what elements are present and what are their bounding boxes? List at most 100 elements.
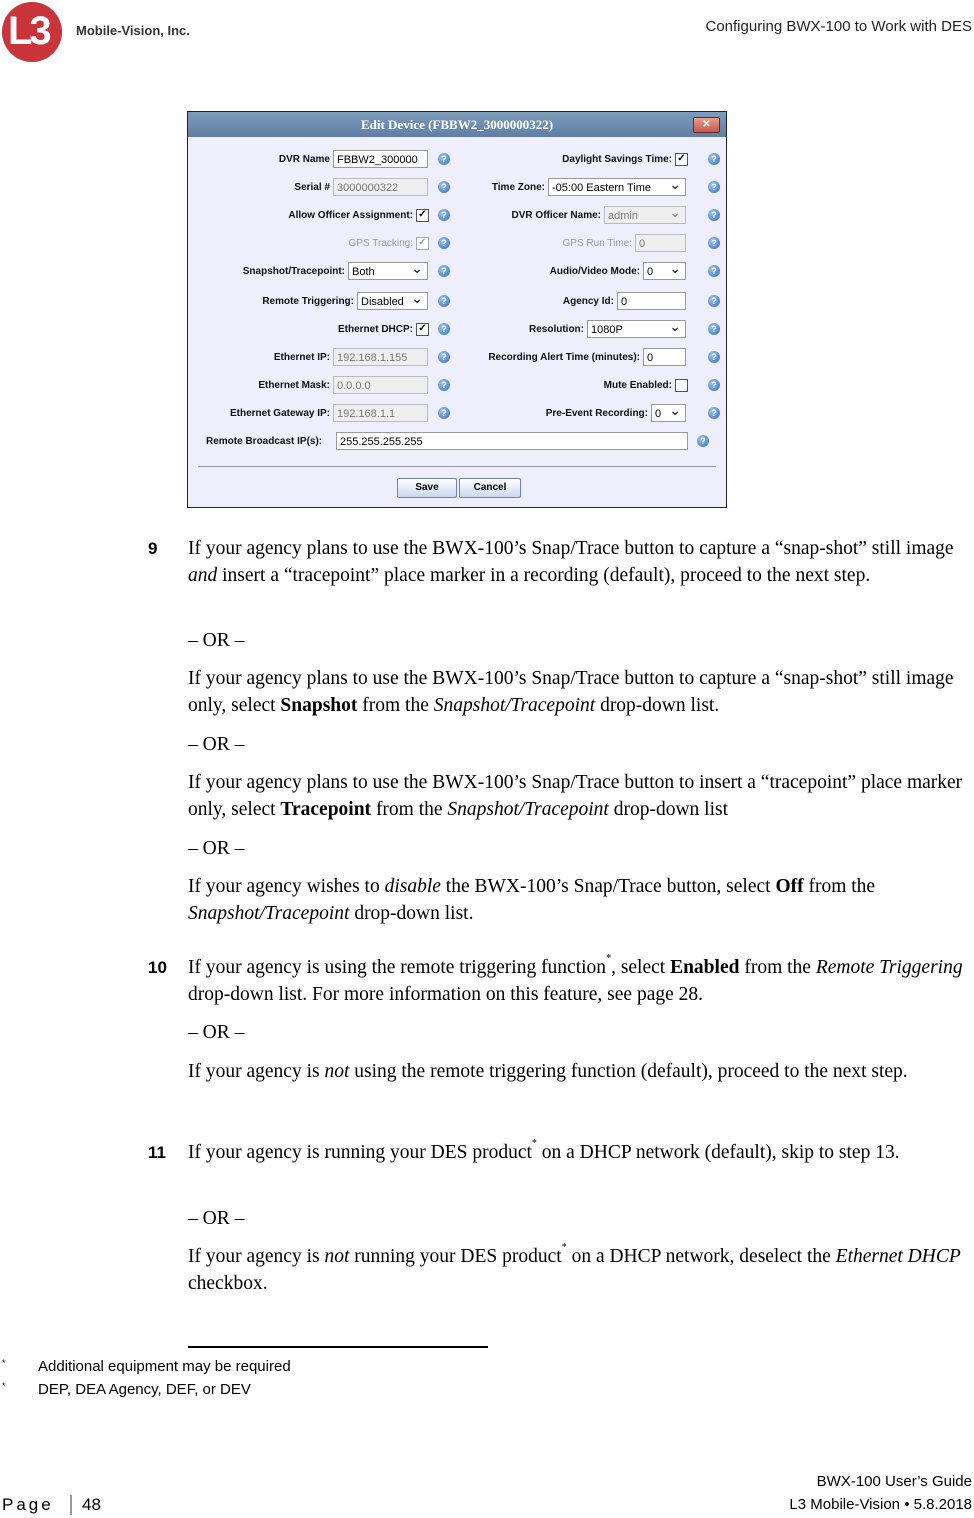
step-number: 9 [148,539,158,558]
help-icon[interactable]: ? [438,379,450,391]
broadcast-row: Remote Broadcast IP(s): 255.255.255.255 … [188,432,726,452]
broadcast-ip-input[interactable]: 255.255.255.255 [336,432,688,450]
help-icon[interactable]: ? [438,153,450,165]
recording-alert-time-minutes-input[interactable]: 0 [643,348,686,366]
help-icon[interactable]: ? [438,295,450,307]
help-icon[interactable]: ? [438,237,450,249]
help-icon[interactable]: ? [708,181,720,193]
broadcast-label: Remote Broadcast IP(s): [206,436,323,447]
save-button[interactable]: Save [397,478,457,498]
dvr-name-label: DVR Name [278,154,330,165]
help-icon[interactable]: ? [438,265,450,277]
pre-event-recording-select[interactable]: 0 [651,404,686,422]
mute-enabled-checkbox[interactable] [675,379,688,392]
help-icon[interactable]: ? [708,351,720,363]
or-separator: – OR – [188,838,245,859]
ethernet-ip-label: Ethernet IP: [273,352,330,363]
form-row: Ethernet DHCP: ✓? [188,320,456,340]
step-paragraph: If your agency is using the remote trigg… [188,953,963,1006]
time-zone-label: Time Zone: [491,182,545,193]
ethernet-mask-label: Ethernet Mask: [258,380,330,391]
gps-tracking-checkbox[interactable]: ✓ [416,237,429,250]
page-number: 48 [82,1495,101,1514]
snapshot-tracepoint-select[interactable]: Both [348,262,428,280]
gps-run-time-input[interactable]: 0 [635,234,686,252]
help-icon[interactable]: ? [708,323,720,335]
remote-triggering-label: Remote Triggering: [262,296,354,307]
form-row: Snapshot/Tracepoint:Both? [188,262,456,282]
logo-mark: L3 [8,9,52,53]
resolution-label: Resolution: [529,324,584,335]
resolution-select[interactable]: 1080P [587,320,686,338]
daylight-savings-time-label: Daylight Savings Time: [562,154,672,165]
dialog-titlebar: Edit Device (FBBW2_3000000322) ✕ [188,112,726,137]
help-icon[interactable]: ? [708,153,720,165]
step-paragraph: If your agency plans to use the BWX-100’… [188,538,954,586]
or-separator: – OR – [188,1208,245,1229]
help-icon[interactable]: ? [438,407,450,419]
form-row: Resolution:1080P? [458,320,726,340]
footnote-mark: * [2,1381,6,1391]
time-zone-select[interactable]: -05:00 Eastern Time [548,178,686,196]
help-icon[interactable]: ? [697,435,709,447]
daylight-savings-time-checkbox[interactable]: ✓ [675,153,688,166]
help-icon[interactable]: ? [708,237,720,249]
step-paragraph: If your agency is running your DES produ… [188,1138,900,1164]
gps-run-time-label: GPS Run Time: [562,238,632,249]
help-icon[interactable]: ? [438,351,450,363]
form-row: Mute Enabled:? [458,376,726,396]
form-row: Serial #3000000322? [188,178,456,198]
remote-triggering-select[interactable]: Disabled [357,292,428,310]
footnote-mark: * [2,1358,6,1368]
step-paragraph: If your agency is not using the remote t… [188,1061,908,1082]
form-row: Audio/Video Mode:0? [458,262,726,282]
help-icon[interactable]: ? [708,379,720,391]
form-row: Ethernet Gateway IP: 192.168.1.1? [188,404,456,424]
allow-officer-assignment-label: Allow Officer Assignment: [288,210,413,221]
gps-tracking-label: GPS Tracking: [348,238,413,249]
audio-video-mode-label: Audio/Video Mode: [549,266,640,277]
ethernet-mask-input[interactable]: 0.0.0.0 [333,376,428,394]
ethernet-dhcp-checkbox[interactable]: ✓ [416,323,429,336]
form-row: Allow Officer Assignment: ✓? [188,206,456,226]
ethernet-gateway-ip-input[interactable]: 192.168.1.1 [333,404,428,422]
form-row: Ethernet Mask: 0.0.0.0? [188,376,456,396]
ethernet-gateway-ip-label: Ethernet Gateway IP: [229,408,330,419]
form-row: Pre-Event Recording:0? [458,404,726,424]
dialog-title: Edit Device (FBBW2_3000000322) [360,117,554,132]
dialog-divider [198,466,716,467]
dvr-officer-name-select[interactable]: admin [604,206,686,224]
help-icon[interactable]: ? [438,323,450,335]
agency-id-label: Agency Id: [562,296,614,307]
help-icon[interactable]: ? [708,295,720,307]
edit-device-dialog: Edit Device (FBBW2_3000000322) ✕ DVR Nam… [187,111,727,508]
help-icon[interactable]: ? [708,407,720,419]
form-row: Ethernet IP: 192.168.1.155? [188,348,456,368]
close-button[interactable]: ✕ [693,117,720,133]
step-paragraph: If your agency plans to use the BWX-100’… [188,668,954,716]
guide-title: BWX-100 User’s Guide [816,1473,972,1490]
or-separator: – OR – [188,1022,245,1043]
form-row: Recording Alert Time (minutes): 0? [458,348,726,368]
audio-video-mode-select[interactable]: 0 [643,262,686,280]
help-icon[interactable]: ? [438,181,450,193]
form-row: Remote Triggering:Disabled? [188,292,456,312]
serial-input[interactable]: 3000000322 [333,178,428,196]
cancel-button[interactable]: Cancel [459,478,521,498]
step-paragraph: If your agency wishes to disable the BWX… [188,876,876,924]
help-icon[interactable]: ? [708,265,720,277]
help-icon[interactable]: ? [438,209,450,221]
form-row: DVR Name FBBW2_300000? [188,150,456,170]
help-icon[interactable]: ? [708,209,720,221]
close-icon: ✕ [702,119,711,130]
form-row: Agency Id: 0? [458,292,726,312]
footnote-text: Additional equipment may be required [38,1358,291,1375]
footnote-text: DEP, DEA Agency, DEF, or DEV [38,1381,251,1398]
dvr-name-input[interactable]: FBBW2_300000 [333,150,428,168]
agency-id-input[interactable]: 0 [617,292,686,310]
allow-officer-assignment-checkbox[interactable]: ✓ [416,209,429,222]
form-row: Time Zone:-05:00 Eastern Time? [458,178,726,198]
form-row: DVR Officer Name:admin? [458,206,726,226]
ethernet-ip-input[interactable]: 192.168.1.155 [333,348,428,366]
serial-label: Serial # [294,182,330,193]
